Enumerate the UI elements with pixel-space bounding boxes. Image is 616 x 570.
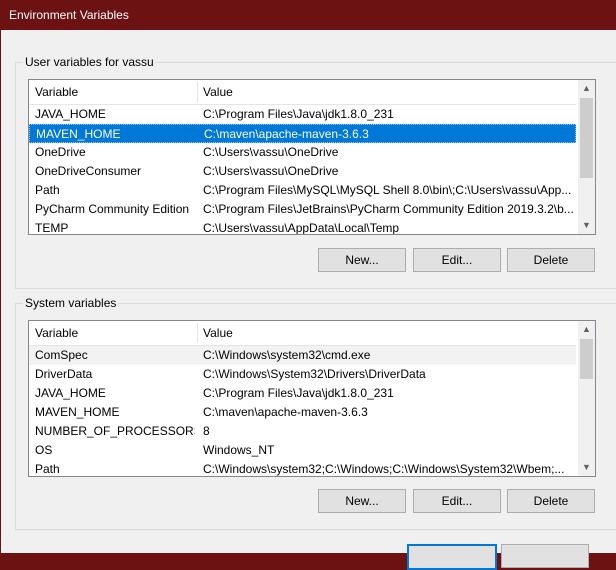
variable-name: MAVEN_HOME <box>36 127 121 141</box>
column-separator[interactable] <box>197 82 198 102</box>
variable-name: JAVA_HOME <box>35 107 106 121</box>
scroll-down-arrow-icon[interactable]: ▼ <box>578 217 595 234</box>
system-new-button[interactable]: New... <box>318 489 406 513</box>
column-separator[interactable] <box>197 323 198 343</box>
variable-value: C:\Windows\system32\cmd.exe <box>203 348 371 362</box>
table-row[interactable]: JAVA_HOME C:\Program Files\Java\jdk1.8.0… <box>29 384 576 403</box>
scroll-up-arrow-icon[interactable]: ▲ <box>578 80 595 97</box>
cancel-button[interactable] <box>501 544 589 568</box>
vertical-scrollbar[interactable]: ▲ ▼ <box>578 321 595 476</box>
variable-name: TEMP <box>35 221 69 235</box>
user-delete-button[interactable]: Delete <box>507 248 595 272</box>
variable-name: JAVA_HOME <box>35 386 106 400</box>
column-header-value[interactable]: Value <box>203 326 233 340</box>
user-edit-button[interactable]: Edit... <box>413 248 501 272</box>
scroll-down-arrow-icon[interactable]: ▼ <box>578 459 595 476</box>
variable-name: Path <box>35 462 60 476</box>
variable-name: DriverData <box>35 367 93 381</box>
table-row-selected[interactable]: MAVEN_HOME C:\maven\apache-maven-3.6.3 <box>29 124 576 143</box>
table-row[interactable]: OS Windows_NT <box>29 441 576 460</box>
window-title: Environment Variables <box>9 8 129 22</box>
system-variables-label: System variables <box>23 296 119 310</box>
scroll-thumb[interactable] <box>580 98 593 178</box>
variable-name: OneDrive <box>35 145 86 159</box>
scroll-thumb[interactable] <box>580 339 593 379</box>
user-variables-list[interactable]: Variable Value JAVA_HOME C:\Program File… <box>28 79 596 235</box>
variable-value: C:\Program Files\JetBrains\PyCharm Commu… <box>203 202 573 216</box>
variable-name: OneDriveConsumer <box>35 164 142 178</box>
table-row[interactable]: Path C:\Windows\system32;C:\Windows;C:\W… <box>29 460 576 476</box>
ok-button[interactable] <box>407 544 497 570</box>
table-row[interactable]: JAVA_HOME C:\Program Files\Java\jdk1.8.0… <box>29 105 576 124</box>
variable-value: C:\Program Files\Java\jdk1.8.0_231 <box>203 107 394 121</box>
table-row[interactable]: DriverData C:\Windows\System32\Drivers\D… <box>29 365 576 384</box>
list-header: Variable Value <box>29 321 576 346</box>
user-variables-label: User variables for vassu <box>23 55 156 69</box>
variable-name: PyCharm Community Edition <box>35 202 190 216</box>
table-row[interactable]: MAVEN_HOME C:\maven\apache-maven-3.6.3 <box>29 403 576 422</box>
title-bar[interactable]: Environment Variables <box>1 0 616 30</box>
variable-value: C:\Windows\system32;C:\Windows;C:\Window… <box>203 462 565 476</box>
system-variables-list[interactable]: Variable Value ComSpec C:\Windows\system… <box>28 320 596 477</box>
table-row[interactable]: OneDrive C:\Users\vassu\OneDrive <box>29 143 576 162</box>
vertical-scrollbar[interactable]: ▲ ▼ <box>578 80 595 234</box>
table-row[interactable]: NUMBER_OF_PROCESSORS 8 <box>29 422 576 441</box>
variable-name: OS <box>35 443 53 457</box>
variable-name: MAVEN_HOME <box>35 405 120 419</box>
variable-value: C:\Users\vassu\OneDrive <box>203 164 339 178</box>
variable-value: Windows_NT <box>203 443 275 457</box>
user-new-button[interactable]: New... <box>318 248 406 272</box>
column-header-variable[interactable]: Variable <box>35 326 78 340</box>
table-row[interactable]: Path C:\Program Files\MySQL\MySQL Shell … <box>29 181 576 200</box>
variable-name: Path <box>35 183 60 197</box>
variable-value: C:\Users\vassu\OneDrive <box>203 145 339 159</box>
system-edit-button[interactable]: Edit... <box>413 489 501 513</box>
column-header-value[interactable]: Value <box>203 85 233 99</box>
table-row[interactable]: OneDriveConsumer C:\Users\vassu\OneDrive <box>29 162 576 181</box>
system-delete-button[interactable]: Delete <box>507 489 595 513</box>
variable-value: C:\maven\apache-maven-3.6.3 <box>203 405 368 419</box>
variable-name: NUMBER_OF_PROCESSORS <box>35 424 195 438</box>
scroll-up-arrow-icon[interactable]: ▲ <box>578 321 595 338</box>
table-row-hover[interactable]: ComSpec C:\Windows\system32\cmd.exe <box>29 346 576 365</box>
variable-value: 8 <box>203 424 210 438</box>
environment-variables-dialog: Environment Variables User variables for… <box>0 0 616 570</box>
column-header-variable[interactable]: Variable <box>35 85 78 99</box>
variable-value: C:\Program Files\Java\jdk1.8.0_231 <box>203 386 394 400</box>
variable-value: C:\Windows\System32\Drivers\DriverData <box>203 367 426 381</box>
variable-value: C:\maven\apache-maven-3.6.3 <box>204 127 369 141</box>
table-row[interactable]: PyCharm Community Edition C:\Program Fil… <box>29 200 576 219</box>
list-header: Variable Value <box>29 80 576 105</box>
table-row[interactable]: TEMP C:\Users\vassu\AppData\Local\Temp <box>29 219 576 235</box>
variable-name: ComSpec <box>35 348 88 362</box>
variable-value: C:\Users\vassu\AppData\Local\Temp <box>203 221 400 235</box>
variable-value: C:\Program Files\MySQL\MySQL Shell 8.0\b… <box>203 183 572 197</box>
